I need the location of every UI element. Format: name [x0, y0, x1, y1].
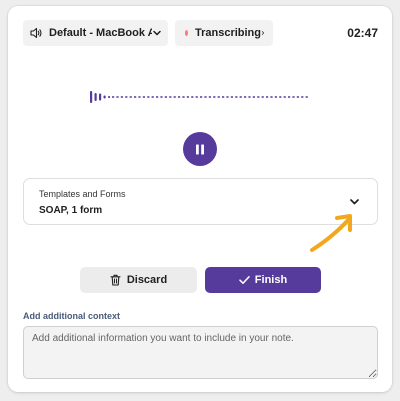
- pointer-arrow-icon: [310, 214, 352, 252]
- chevron-down-icon: [153, 30, 161, 36]
- transcription-status-button[interactable]: Transcribing: [175, 20, 273, 46]
- pause-button[interactable]: [183, 132, 217, 166]
- audio-waveform: [90, 91, 310, 103]
- finish-button[interactable]: Finish: [205, 267, 321, 293]
- finish-label: Finish: [254, 274, 288, 286]
- check-icon: [239, 276, 250, 284]
- recorder-panel: Default - MacBook A... Transcribing 02:4…: [8, 6, 392, 392]
- recording-timer: 02:47: [347, 26, 378, 40]
- speaker-icon: [30, 27, 42, 39]
- templates-value: SOAP, 1 form: [39, 205, 103, 216]
- status-label: Transcribing: [194, 27, 262, 39]
- additional-context-input[interactable]: [23, 326, 378, 379]
- discard-label: Discard: [126, 274, 168, 286]
- chevron-right-icon: [261, 31, 265, 35]
- recording-dot-icon: [185, 30, 188, 36]
- additional-context-label: Add additional context: [23, 311, 121, 321]
- pause-icon: [196, 144, 204, 154]
- templates-caption: Templates and Forms: [39, 189, 126, 199]
- trash-icon: [110, 274, 121, 286]
- discard-button[interactable]: Discard: [80, 267, 197, 293]
- audio-device-label: Default - MacBook A...: [49, 27, 152, 39]
- audio-device-dropdown[interactable]: Default - MacBook A...: [23, 20, 168, 46]
